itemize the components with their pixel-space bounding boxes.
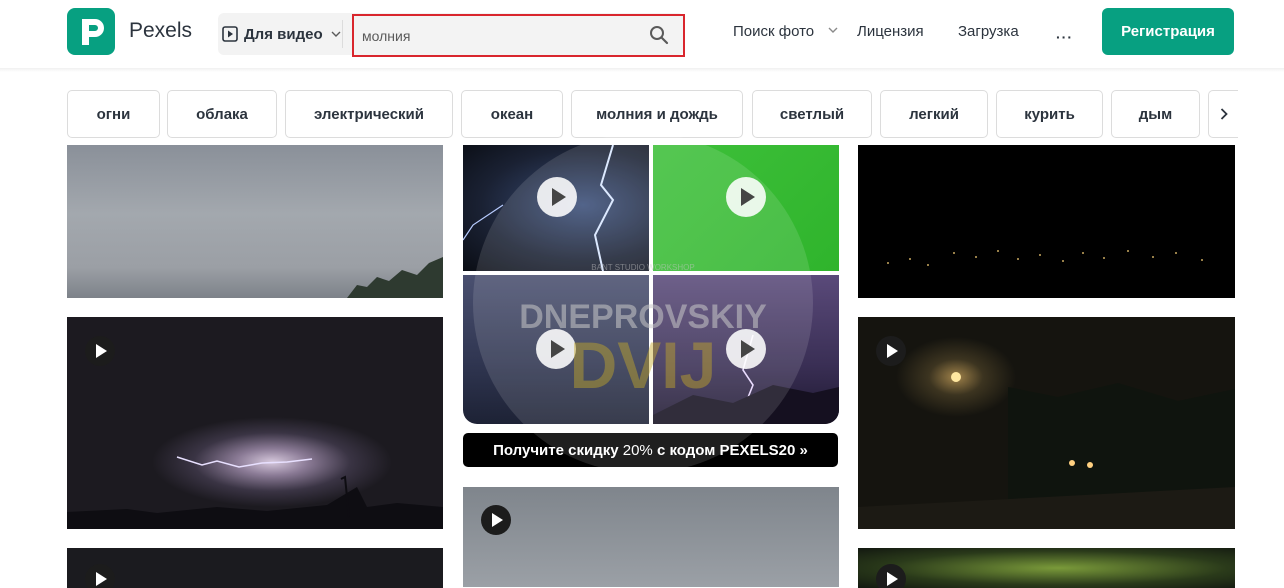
header-shadow — [0, 68, 1284, 72]
video-thumbnail[interactable] — [858, 145, 1235, 298]
tag-chip[interactable]: молния и дождь — [571, 90, 743, 138]
video-play-icon — [222, 26, 238, 42]
top-navbar: Pexels Для видео Поиск фото Лицензия Заг… — [0, 0, 1284, 68]
chevron-down-icon — [828, 27, 838, 33]
brand-name[interactable]: Pexels — [129, 19, 192, 43]
video-play-icon — [537, 177, 577, 217]
ad-tile-purple-lightning[interactable] — [653, 275, 839, 424]
tag-chip[interactable]: курить — [996, 90, 1103, 138]
video-thumbnail[interactable] — [67, 145, 443, 298]
video-play-icon — [85, 564, 115, 588]
chevron-down-icon — [331, 31, 341, 37]
search-divider — [342, 20, 343, 48]
video-thumbnail[interactable] — [858, 317, 1235, 529]
tag-chip[interactable]: океан — [461, 90, 563, 138]
video-play-icon — [536, 329, 576, 369]
signup-button[interactable]: Регистрация — [1102, 8, 1234, 55]
pexels-logo-icon[interactable] — [67, 8, 115, 55]
video-thumbnail[interactable] — [67, 317, 443, 529]
ad-tile-car-lightning[interactable] — [463, 145, 649, 271]
video-thumbnail[interactable] — [858, 548, 1235, 588]
chevron-right-icon — [1220, 108, 1228, 120]
tag-chip[interactable]: дым — [1111, 90, 1200, 138]
ad-banner-suffix: с кодом PEXELS20 » — [652, 441, 808, 459]
tag-chip[interactable]: светлый — [752, 90, 872, 138]
nav-upload[interactable]: Загрузка — [958, 23, 1019, 40]
tag-chip[interactable]: легкий — [880, 90, 988, 138]
video-play-icon — [726, 177, 766, 217]
tag-chip[interactable]: огни — [67, 90, 160, 138]
video-thumbnail[interactable] — [67, 548, 443, 588]
video-play-icon — [481, 505, 511, 535]
video-thumbnail[interactable] — [463, 487, 839, 587]
street-scene — [858, 372, 1235, 529]
media-type-dropdown[interactable]: Для видео — [218, 13, 342, 55]
media-type-label: Для видео — [244, 25, 323, 43]
video-play-icon — [726, 329, 766, 369]
video-play-icon — [85, 336, 115, 366]
ad-banner-discount: 20% — [622, 441, 653, 459]
video-play-icon — [876, 564, 906, 588]
tags-next-button[interactable] — [1208, 90, 1238, 138]
ad-promo-banner[interactable]: Получите скидку 20% с кодом PEXELS20 » — [463, 433, 838, 467]
tag-chip[interactable]: электрический — [285, 90, 453, 138]
search-input[interactable] — [362, 16, 642, 55]
ad-tile-storm[interactable] — [463, 275, 649, 424]
tag-chip[interactable]: облака — [167, 90, 277, 138]
search-icon[interactable] — [649, 25, 669, 45]
ad-video-grid[interactable] — [463, 145, 839, 424]
ad-banner-prefix: Получите скидку — [493, 441, 623, 459]
lightning-bolt — [67, 456, 443, 529]
nav-photo-search[interactable]: Поиск фото — [733, 23, 814, 40]
search-highlight-box — [352, 14, 685, 57]
nav-license[interactable]: Лицензия — [857, 23, 924, 40]
treeline-silhouette — [347, 257, 443, 298]
ad-tile-green-screen[interactable] — [653, 145, 839, 271]
city-lights — [887, 250, 1203, 266]
more-dots-icon[interactable]: ··· — [1056, 29, 1073, 45]
video-play-icon — [876, 336, 906, 366]
